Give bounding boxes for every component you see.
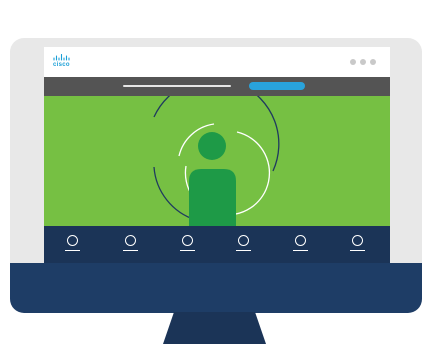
underline-divider — [180, 250, 195, 252]
cisco-wordmark: cisco — [53, 62, 70, 68]
window-dot-icon[interactable] — [350, 59, 356, 65]
footer-bar — [44, 226, 390, 263]
circle-icon — [295, 235, 306, 246]
footer-nav-item-5[interactable] — [293, 235, 309, 253]
person-head-icon — [198, 132, 226, 160]
window-dot-icon[interactable] — [370, 59, 376, 65]
monitor-stand — [163, 312, 266, 344]
browser-header: cisco — [44, 47, 390, 77]
underline-divider — [123, 250, 138, 252]
cisco-bridge-icon — [53, 54, 70, 61]
monitor-base — [10, 263, 422, 313]
circle-icon — [67, 235, 78, 246]
circle-icon — [182, 235, 193, 246]
person-body-icon — [189, 169, 236, 226]
underline-divider — [293, 250, 308, 252]
footer-nav-item-3[interactable] — [180, 235, 196, 253]
underline-divider — [236, 250, 251, 252]
hero-banner — [44, 96, 390, 226]
footer-nav-item-4[interactable] — [236, 235, 252, 253]
nav-action-button[interactable] — [249, 82, 305, 90]
window-controls[interactable] — [350, 59, 376, 65]
underline-divider — [350, 250, 365, 252]
circle-icon — [125, 235, 136, 246]
monitor-illustration: cisco — [0, 0, 424, 344]
window-dot-icon[interactable] — [360, 59, 366, 65]
nav-bar — [44, 77, 390, 96]
nav-text-placeholder — [123, 85, 231, 87]
footer-nav-item-1[interactable] — [65, 235, 81, 253]
circle-icon — [238, 235, 249, 246]
cisco-logo: cisco — [53, 54, 77, 70]
hero-graphic — [153, 96, 280, 226]
footer-nav-item-6[interactable] — [350, 235, 366, 253]
screen: cisco — [44, 47, 390, 263]
footer-nav-item-2[interactable] — [123, 235, 139, 253]
circle-icon — [352, 235, 363, 246]
underline-divider — [65, 250, 80, 252]
